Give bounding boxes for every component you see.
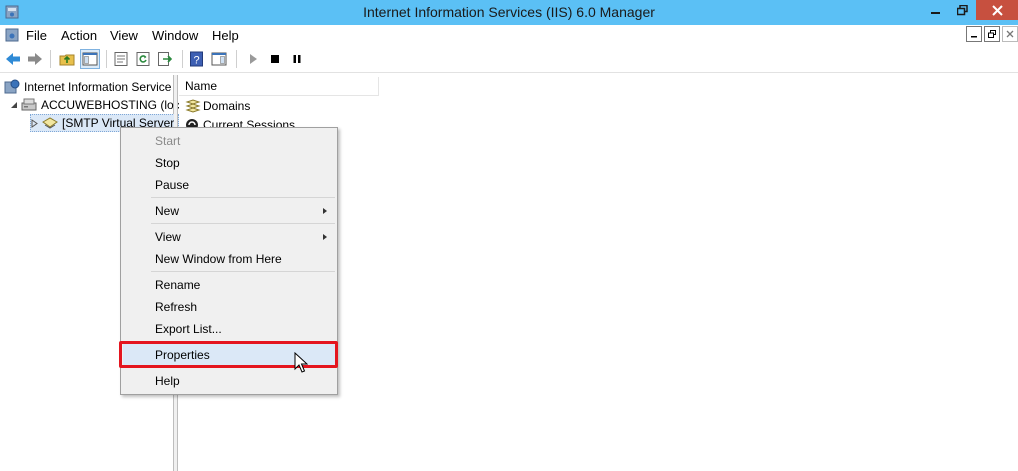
column-header-name[interactable]: Name	[179, 77, 379, 96]
title-bar: Internet Information Services (IIS) 6.0 …	[0, 0, 1018, 25]
up-folder-icon	[59, 54, 75, 66]
close-icon	[991, 4, 1003, 16]
submenu-arrow-icon	[323, 234, 327, 240]
mdi-restore-button[interactable]	[984, 26, 1000, 42]
iis-root-icon	[4, 79, 20, 94]
close-button[interactable]	[976, 0, 1018, 20]
context-menu-item-label: View	[155, 230, 181, 244]
toolbar: ?	[0, 46, 1018, 73]
expanded-arrow-icon[interactable]	[10, 101, 18, 109]
refresh-button[interactable]	[134, 50, 152, 68]
menu-separator	[151, 197, 335, 198]
context-menu-item-new-window-from-here[interactable]: New Window from Here	[123, 248, 335, 270]
context-menu-item-refresh[interactable]: Refresh	[123, 296, 335, 318]
menu-help[interactable]: Help	[212, 28, 239, 43]
menu-file[interactable]: File	[26, 28, 47, 43]
properties-icon	[114, 52, 128, 66]
context-menu-item-export-list[interactable]: Export List...	[123, 318, 335, 340]
help-icon: ?	[190, 51, 203, 67]
collapsed-arrow-icon[interactable]	[31, 118, 38, 128]
menu-window[interactable]: Window	[152, 28, 198, 43]
show-hide-action-pane-button[interactable]	[210, 50, 228, 68]
window-title: Internet Information Services (IIS) 6.0 …	[363, 4, 655, 20]
menu-bar: File Action View Window Help	[0, 25, 1018, 46]
context-menu-item-stop[interactable]: Stop	[123, 152, 335, 174]
stop-icon	[271, 55, 279, 63]
toolbar-separator	[50, 50, 51, 68]
minimize-icon	[931, 12, 940, 14]
context-menu-item-pause[interactable]: Pause	[123, 174, 335, 196]
restore-icon	[956, 4, 968, 15]
toolbar-separator	[236, 50, 237, 68]
context-menu-item-new[interactable]: New	[123, 200, 335, 222]
minimize-icon	[971, 36, 977, 38]
show-hide-action-pane-icon	[211, 52, 227, 66]
toolbar-separator	[106, 50, 107, 68]
server-icon	[21, 98, 37, 111]
context-menu-item-rename[interactable]: Rename	[123, 274, 335, 296]
smtp-server-icon	[42, 117, 58, 129]
menu-separator	[151, 223, 335, 224]
tree-item-label: ACCUWEBHOSTING (loc	[41, 98, 180, 112]
forward-button[interactable]	[26, 50, 44, 68]
context-menu-item-view[interactable]: View	[123, 226, 335, 248]
back-button[interactable]	[4, 50, 22, 68]
context-menu-item-start[interactable]: Start	[123, 130, 335, 152]
mouse-cursor-icon	[294, 352, 308, 373]
export-list-icon	[158, 52, 173, 66]
menu-action[interactable]: Action	[61, 28, 97, 43]
export-list-button[interactable]	[156, 50, 174, 68]
context-menu-item-label: New	[155, 204, 180, 218]
minimize-button[interactable]	[922, 0, 950, 20]
close-icon	[1006, 30, 1014, 38]
pause-icon	[293, 55, 301, 63]
start-service-button[interactable]	[244, 50, 262, 68]
pause-service-button[interactable]	[288, 50, 306, 68]
submenu-arrow-icon	[323, 208, 327, 214]
tree-item-server[interactable]: ACCUWEBHOSTING (loc	[10, 96, 180, 114]
menu-view[interactable]: View	[110, 28, 138, 43]
tree-item-label: Internet Information Service	[24, 80, 172, 94]
up-one-level-button[interactable]	[58, 50, 76, 68]
properties-button[interactable]	[112, 50, 130, 68]
svg-text:?: ?	[193, 55, 199, 67]
restore-button[interactable]	[950, 0, 974, 20]
menu-separator	[151, 271, 335, 272]
domains-icon	[185, 99, 201, 113]
back-icon	[6, 53, 20, 65]
help-button[interactable]: ?	[188, 50, 206, 68]
show-hide-console-tree-button[interactable]	[80, 49, 100, 69]
show-hide-tree-icon	[82, 52, 98, 66]
forward-icon	[28, 53, 42, 65]
refresh-icon	[136, 52, 150, 66]
list-item-domains[interactable]: Domains	[185, 97, 250, 115]
toolbar-separator	[182, 50, 183, 68]
start-icon	[250, 54, 257, 64]
mmc-document-icon[interactable]	[4, 27, 20, 43]
restore-icon	[988, 30, 996, 38]
mdi-window-controls	[964, 26, 1018, 42]
mdi-close-button[interactable]	[1002, 26, 1018, 42]
mdi-minimize-button[interactable]	[966, 26, 982, 42]
list-item-label: Domains	[203, 99, 251, 113]
stop-service-button[interactable]	[266, 50, 284, 68]
tree-item-iis-root[interactable]: Internet Information Service	[4, 78, 171, 96]
